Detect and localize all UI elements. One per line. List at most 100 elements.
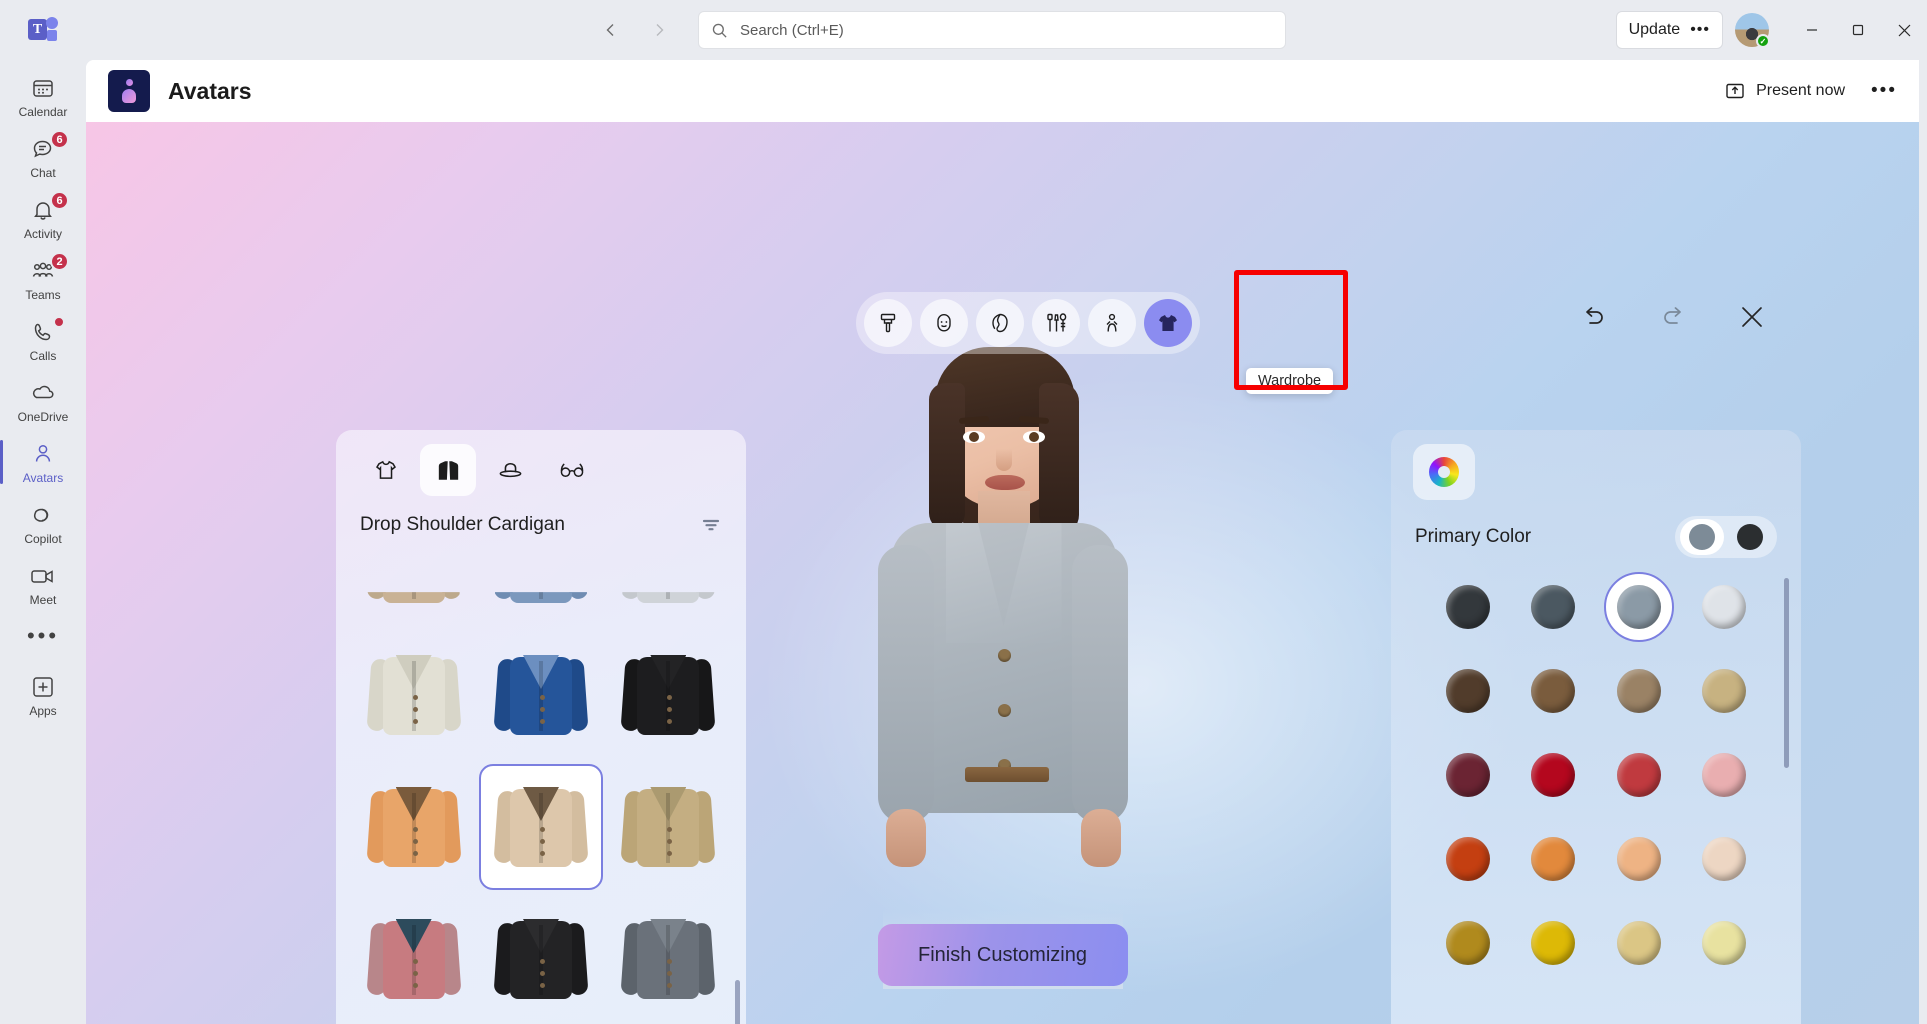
maximize-button[interactable] [1835, 0, 1881, 60]
primary-color-label: Primary Color [1415, 526, 1532, 547]
category-style-button[interactable] [864, 299, 912, 347]
sidebar-item-calls[interactable]: Calls [5, 312, 81, 368]
color-swatch-dot [1531, 753, 1576, 797]
window-body: Calendar 6 Chat 6 Activity 2 Teams Calls… [0, 60, 1927, 1024]
secondary-slot-button[interactable] [1728, 519, 1772, 555]
color-swatch-8[interactable] [1425, 742, 1511, 808]
close-button[interactable] [1881, 0, 1927, 60]
color-swatch-dot [1445, 753, 1490, 797]
finish-customizing-button[interactable]: Finish Customizing [877, 924, 1128, 986]
color-swatch-5[interactable] [1511, 658, 1597, 724]
color-swatch-18[interactable] [1596, 910, 1682, 976]
sidebar-item-copilot[interactable]: Copilot [5, 495, 81, 551]
category-toolbar [856, 292, 1200, 354]
wardrobe-item-black-military-jacket[interactable] [607, 632, 730, 758]
garment-thumbnail [366, 907, 462, 1011]
wardrobe-item-cropped-tan-top[interactable] [352, 546, 475, 626]
color-swatch-19[interactable] [1682, 910, 1768, 976]
minimize-button[interactable] [1789, 0, 1835, 60]
wardrobe-item-grey-blazer[interactable] [607, 896, 730, 1022]
wardrobe-item-blue-denim-partial[interactable] [479, 546, 602, 626]
sidebar-item-chat[interactable]: 6 Chat [5, 129, 81, 185]
wardrobe-item-striped-wrap-coat[interactable] [352, 896, 475, 1022]
sidebar-item-teams[interactable]: 2 Teams [5, 251, 81, 307]
redo-button[interactable] [1656, 300, 1690, 334]
filter-icon[interactable] [700, 514, 722, 536]
sidebar-item-label: Avatars [22, 471, 64, 485]
category-makeup-button[interactable] [1032, 299, 1080, 347]
close-customizer-button[interactable] [1735, 300, 1769, 334]
undo-button[interactable] [1577, 300, 1611, 334]
search-input[interactable]: Search (Ctrl+E) [698, 11, 1286, 49]
sidebar-item-activity[interactable]: 6 Activity [5, 190, 81, 246]
app-more-options-button[interactable]: ••• [1871, 81, 1897, 100]
sidebar-item-label: Activity [23, 227, 62, 241]
account-avatar[interactable]: ✓ [1735, 13, 1770, 48]
color-swatch-7[interactable] [1682, 658, 1768, 724]
sidebar-item-onedrive[interactable]: OneDrive [5, 373, 81, 429]
color-swatch-9[interactable] [1511, 742, 1597, 808]
wardrobe-tab-glasses[interactable] [544, 444, 600, 496]
back-button[interactable] [596, 15, 626, 45]
garment-thumbnail [493, 775, 589, 879]
color-swatch-6[interactable] [1596, 658, 1682, 724]
chat-badge: 6 [50, 130, 69, 149]
forward-button[interactable] [644, 15, 674, 45]
present-now-button[interactable]: Present now [1725, 82, 1845, 100]
wardrobe-item-denim-jacket[interactable] [479, 632, 602, 758]
category-wardrobe-button[interactable] [1144, 299, 1192, 347]
sidebar-item-apps[interactable]: Apps [5, 667, 81, 723]
wardrobe-tab-hats[interactable] [482, 444, 538, 496]
color-grid-wrapper[interactable] [1391, 564, 1801, 1024]
color-swatch-11[interactable] [1682, 742, 1768, 808]
wardrobe-item-light-partial[interactable] [607, 546, 730, 626]
wardrobe-tab-outerwear[interactable] [420, 444, 476, 496]
wardrobe-scrollbar[interactable] [735, 980, 740, 1024]
color-swatch-12[interactable] [1425, 826, 1511, 892]
sidebar-item-avatars[interactable]: Avatars [0, 434, 81, 490]
avatar-head [945, 365, 1062, 507]
color-swatch-dot [1702, 921, 1747, 965]
color-swatch-15[interactable] [1682, 826, 1768, 892]
sidebar-more-button[interactable]: ••• [27, 625, 59, 647]
color-swatch-3[interactable] [1682, 574, 1768, 640]
color-swatch-10[interactable] [1596, 742, 1682, 808]
sidebar-item-calendar[interactable]: Calendar [5, 68, 81, 124]
wardrobe-grid-wrapper[interactable] [336, 546, 746, 1024]
primary-slot-button[interactable] [1680, 519, 1724, 555]
color-swatch-14[interactable] [1596, 826, 1682, 892]
color-swatch-4[interactable] [1425, 658, 1511, 724]
category-body-button[interactable] [1088, 299, 1136, 347]
calendar-icon [31, 75, 55, 101]
wardrobe-item-black-wrap-coat[interactable] [479, 896, 602, 1022]
sidebar-item-meet[interactable]: Meet [5, 556, 81, 612]
color-wheel-tab[interactable] [1413, 444, 1475, 500]
category-hair-button[interactable] [976, 299, 1024, 347]
color-swatch-13[interactable] [1511, 826, 1597, 892]
color-swatch-17[interactable] [1511, 910, 1597, 976]
color-swatch-dot [1531, 669, 1576, 713]
update-more-icon[interactable]: ••• [1690, 22, 1710, 38]
category-face-button[interactable] [920, 299, 968, 347]
color-swatch-1[interactable] [1511, 574, 1597, 640]
color-swatch-16[interactable] [1425, 910, 1511, 976]
wardrobe-tab-tops[interactable] [358, 444, 414, 496]
wardrobe-item-khaki-shirt-jacket[interactable] [607, 764, 730, 890]
color-swatch-0[interactable] [1425, 574, 1511, 640]
avatar-arm-left [877, 545, 934, 823]
page-title: Avatars [168, 77, 252, 104]
wardrobe-item-orange-open-cardigan[interactable] [352, 764, 475, 890]
wardrobe-item-cream-hoodie[interactable] [352, 632, 475, 758]
color-swatch-dot [1702, 837, 1747, 881]
video-camera-icon [29, 563, 57, 589]
nav-arrows [596, 15, 674, 45]
color-swatch-2[interactable] [1596, 574, 1682, 640]
teams-logo-block [47, 30, 57, 41]
update-button[interactable]: Update ••• [1615, 11, 1723, 49]
color-swatch-dot [1702, 669, 1747, 713]
update-label: Update [1628, 21, 1681, 38]
avatar-cardigan-buttons [997, 649, 1011, 772]
avatar-hair-back [928, 351, 1079, 526]
wardrobe-item-beige-drop-shoulder-cardigan[interactable] [479, 764, 603, 890]
color-scrollbar[interactable] [1784, 578, 1789, 768]
